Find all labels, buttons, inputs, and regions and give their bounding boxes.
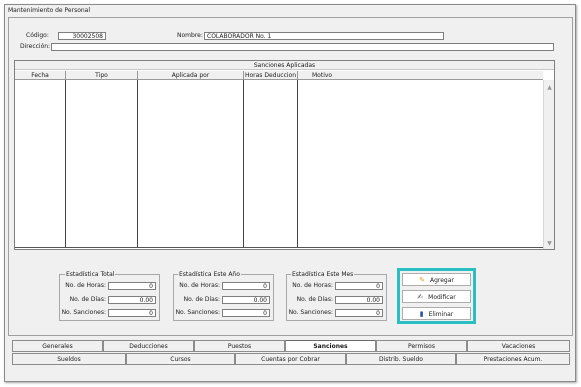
tab-generales[interactable]: Generales [12,340,103,352]
stats-month-title: Estadística Este Mes [291,271,355,278]
tab-cuentas-por-cobrar[interactable]: Cuentas por Cobrar [235,353,346,365]
stats-month-dias-label: No. de Días: [296,296,333,303]
grid-column-fecha [15,80,66,248]
stats-year-dias-field[interactable]: 0.00 [222,296,270,304]
nombre-field[interactable]: COLABORADOR No. 1 [204,32,444,40]
tab-sanciones[interactable]: Sanciones [285,340,376,352]
stats-year-title: Estadística Este Año [178,271,241,278]
stats-total-sanciones-label: No. Sanciones: [61,309,106,316]
stats-total-horas-label: No. de Horas: [65,282,106,289]
eliminar-label: Eliminar [428,311,454,318]
tab-sueldos[interactable]: Sueldos [12,353,126,365]
eliminar-button[interactable]: ▮ Eliminar [402,307,471,320]
tab-puestos[interactable]: Puestos [194,340,285,352]
tab-prestaciones-acum[interactable]: Prestaciones Acum. [456,353,570,365]
stats-month-horas-label: No. de Horas: [292,282,333,289]
stats-total-sanciones-field[interactable]: 0 [108,309,156,317]
codigo-field[interactable]: 30002508 [58,32,106,40]
column-header-tipo[interactable]: Tipo [66,71,138,80]
vertical-scrollbar[interactable]: ▲ ▼ [543,80,554,249]
stats-month-sanciones-field[interactable]: 0 [335,309,383,317]
trash-icon: ▮ [419,310,424,318]
stats-year-dias-label: No. de Días: [183,296,220,303]
agregar-button[interactable]: ✎ Agregar [402,273,471,286]
agregar-label: Agregar [429,277,454,284]
direccion-field[interactable] [51,43,554,51]
modificar-label: Modificar [428,294,456,301]
modificar-button[interactable]: ✍ Modificar [402,290,471,303]
tab-cursos[interactable]: Cursos [126,353,235,365]
stats-total-title: Estadística Total [65,271,116,278]
grid-bottom-line [15,247,543,248]
tab-deducciones[interactable]: Deducciones [103,340,194,352]
window-title: Mantenimiento de Personal [5,5,575,16]
stats-year-horas-label: No. de Horas: [179,282,220,289]
grid-column-tipo [66,80,138,248]
stats-year-horas-field[interactable]: 0 [222,282,270,290]
pencil-icon: ✎ [419,276,425,284]
stats-month-dias-field[interactable]: 0.00 [335,296,383,304]
stats-total-horas-field[interactable]: 0 [108,282,156,290]
grid-column-aplicada-por [138,80,244,248]
tab-vacaciones[interactable]: Vacaciones [467,340,570,352]
stats-month-sanciones-label: No. Sanciones: [288,309,333,316]
column-header-fecha[interactable]: Fecha [15,71,66,80]
tab-distrib-sueldo[interactable]: Distrib. Sueldo [346,353,456,365]
edit-note-icon: ✍ [417,293,424,301]
direccion-label: Dirección: [20,43,51,50]
grid-title: Sanciones Aplicadas [15,61,554,70]
codigo-label: Código: [26,32,49,39]
column-header-horas-deduccion[interactable]: Horas Deduccion [244,71,298,80]
stats-year-sanciones-field[interactable]: 0 [222,309,270,317]
tab-permisos[interactable]: Permisos [376,340,467,352]
stats-year-sanciones-label: No. Sanciones: [175,309,220,316]
scroll-up-arrow-icon[interactable]: ▲ [544,84,555,91]
column-header-aplicada-por[interactable]: Aplicada por [138,71,244,80]
column-header-motivo[interactable]: Motivo [298,71,543,80]
nombre-label: Nombre: [177,32,203,39]
stats-total-dias-field[interactable]: 0.00 [108,296,156,304]
grid-column-horas [244,80,298,248]
stats-total-dias-label: No. de Días: [69,296,106,303]
stats-month-horas-field[interactable]: 0 [335,282,383,290]
scroll-down-arrow-icon[interactable]: ▼ [544,240,555,247]
